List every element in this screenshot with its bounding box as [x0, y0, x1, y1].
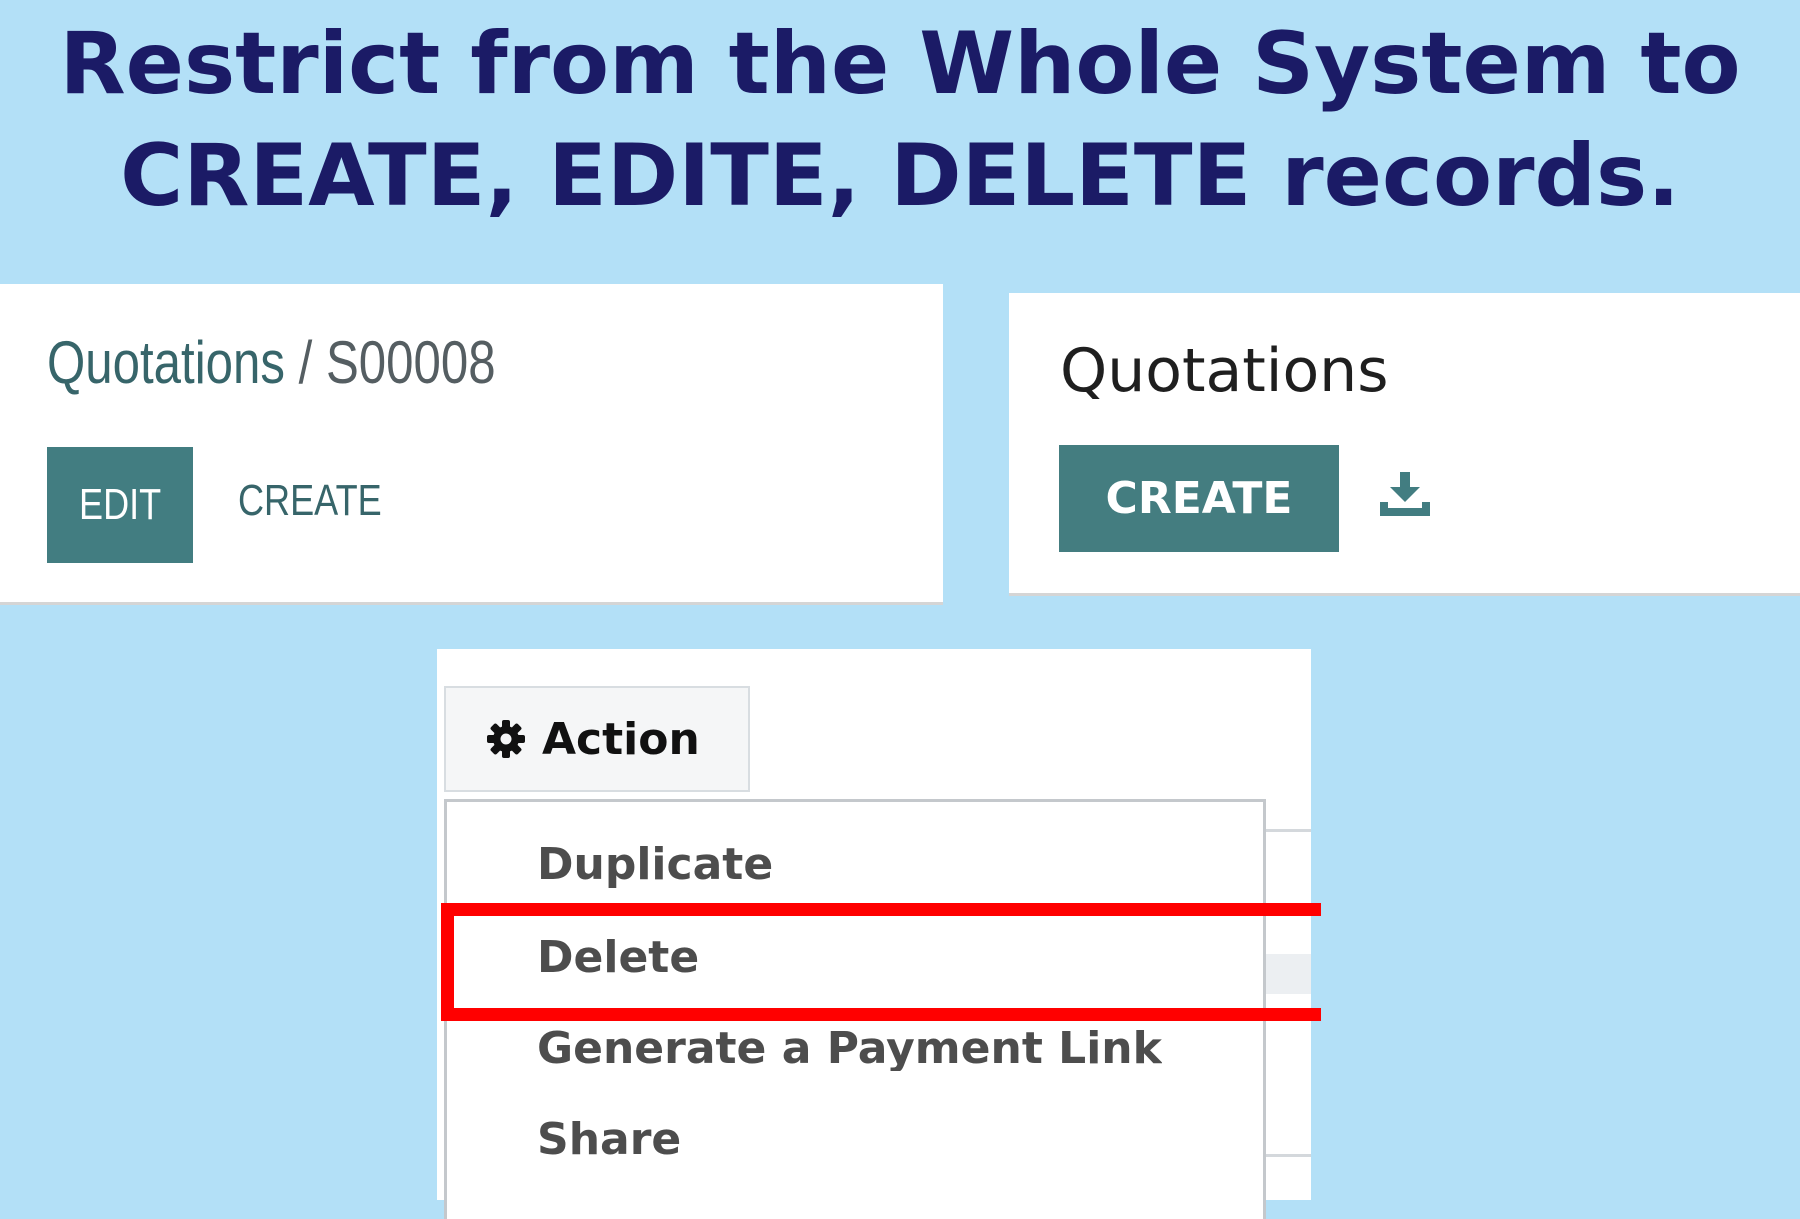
headline-line-2: CREATE, EDITE, DELETE records. — [120, 126, 1680, 226]
create-button-list-label: CREATE — [1105, 473, 1293, 524]
delete-highlight-box — [441, 903, 1321, 1021]
action-button[interactable]: Action — [444, 686, 750, 792]
breadcrumb: Quotations / S00008 — [47, 328, 496, 397]
background-row-divider — [1266, 829, 1311, 832]
action-button-label: Action — [542, 713, 700, 765]
download-icon[interactable] — [1378, 472, 1432, 516]
gear-icon — [487, 720, 525, 758]
edit-button[interactable]: EDIT — [47, 447, 193, 563]
breadcrumb-separator: / — [298, 329, 313, 396]
create-button-form[interactable]: CREATE — [238, 476, 382, 526]
menu-item-generate-payment-link[interactable]: Generate a Payment Link — [537, 1023, 1162, 1071]
headline-line-1: Restrict from the Whole System to — [59, 14, 1741, 114]
breadcrumb-record: S00008 — [325, 329, 496, 396]
headline: Restrict from the Whole System to CREATE… — [0, 8, 1800, 232]
menu-item-duplicate[interactable]: Duplicate — [537, 839, 773, 890]
menu-item-share[interactable]: Share — [537, 1114, 681, 1165]
edit-button-label: EDIT — [78, 480, 162, 529]
background-row-divider — [1266, 1154, 1311, 1157]
breadcrumb-root[interactable]: Quotations — [47, 329, 285, 396]
list-view-title: Quotations — [1060, 336, 1389, 406]
create-button-list[interactable]: CREATE — [1059, 445, 1339, 552]
